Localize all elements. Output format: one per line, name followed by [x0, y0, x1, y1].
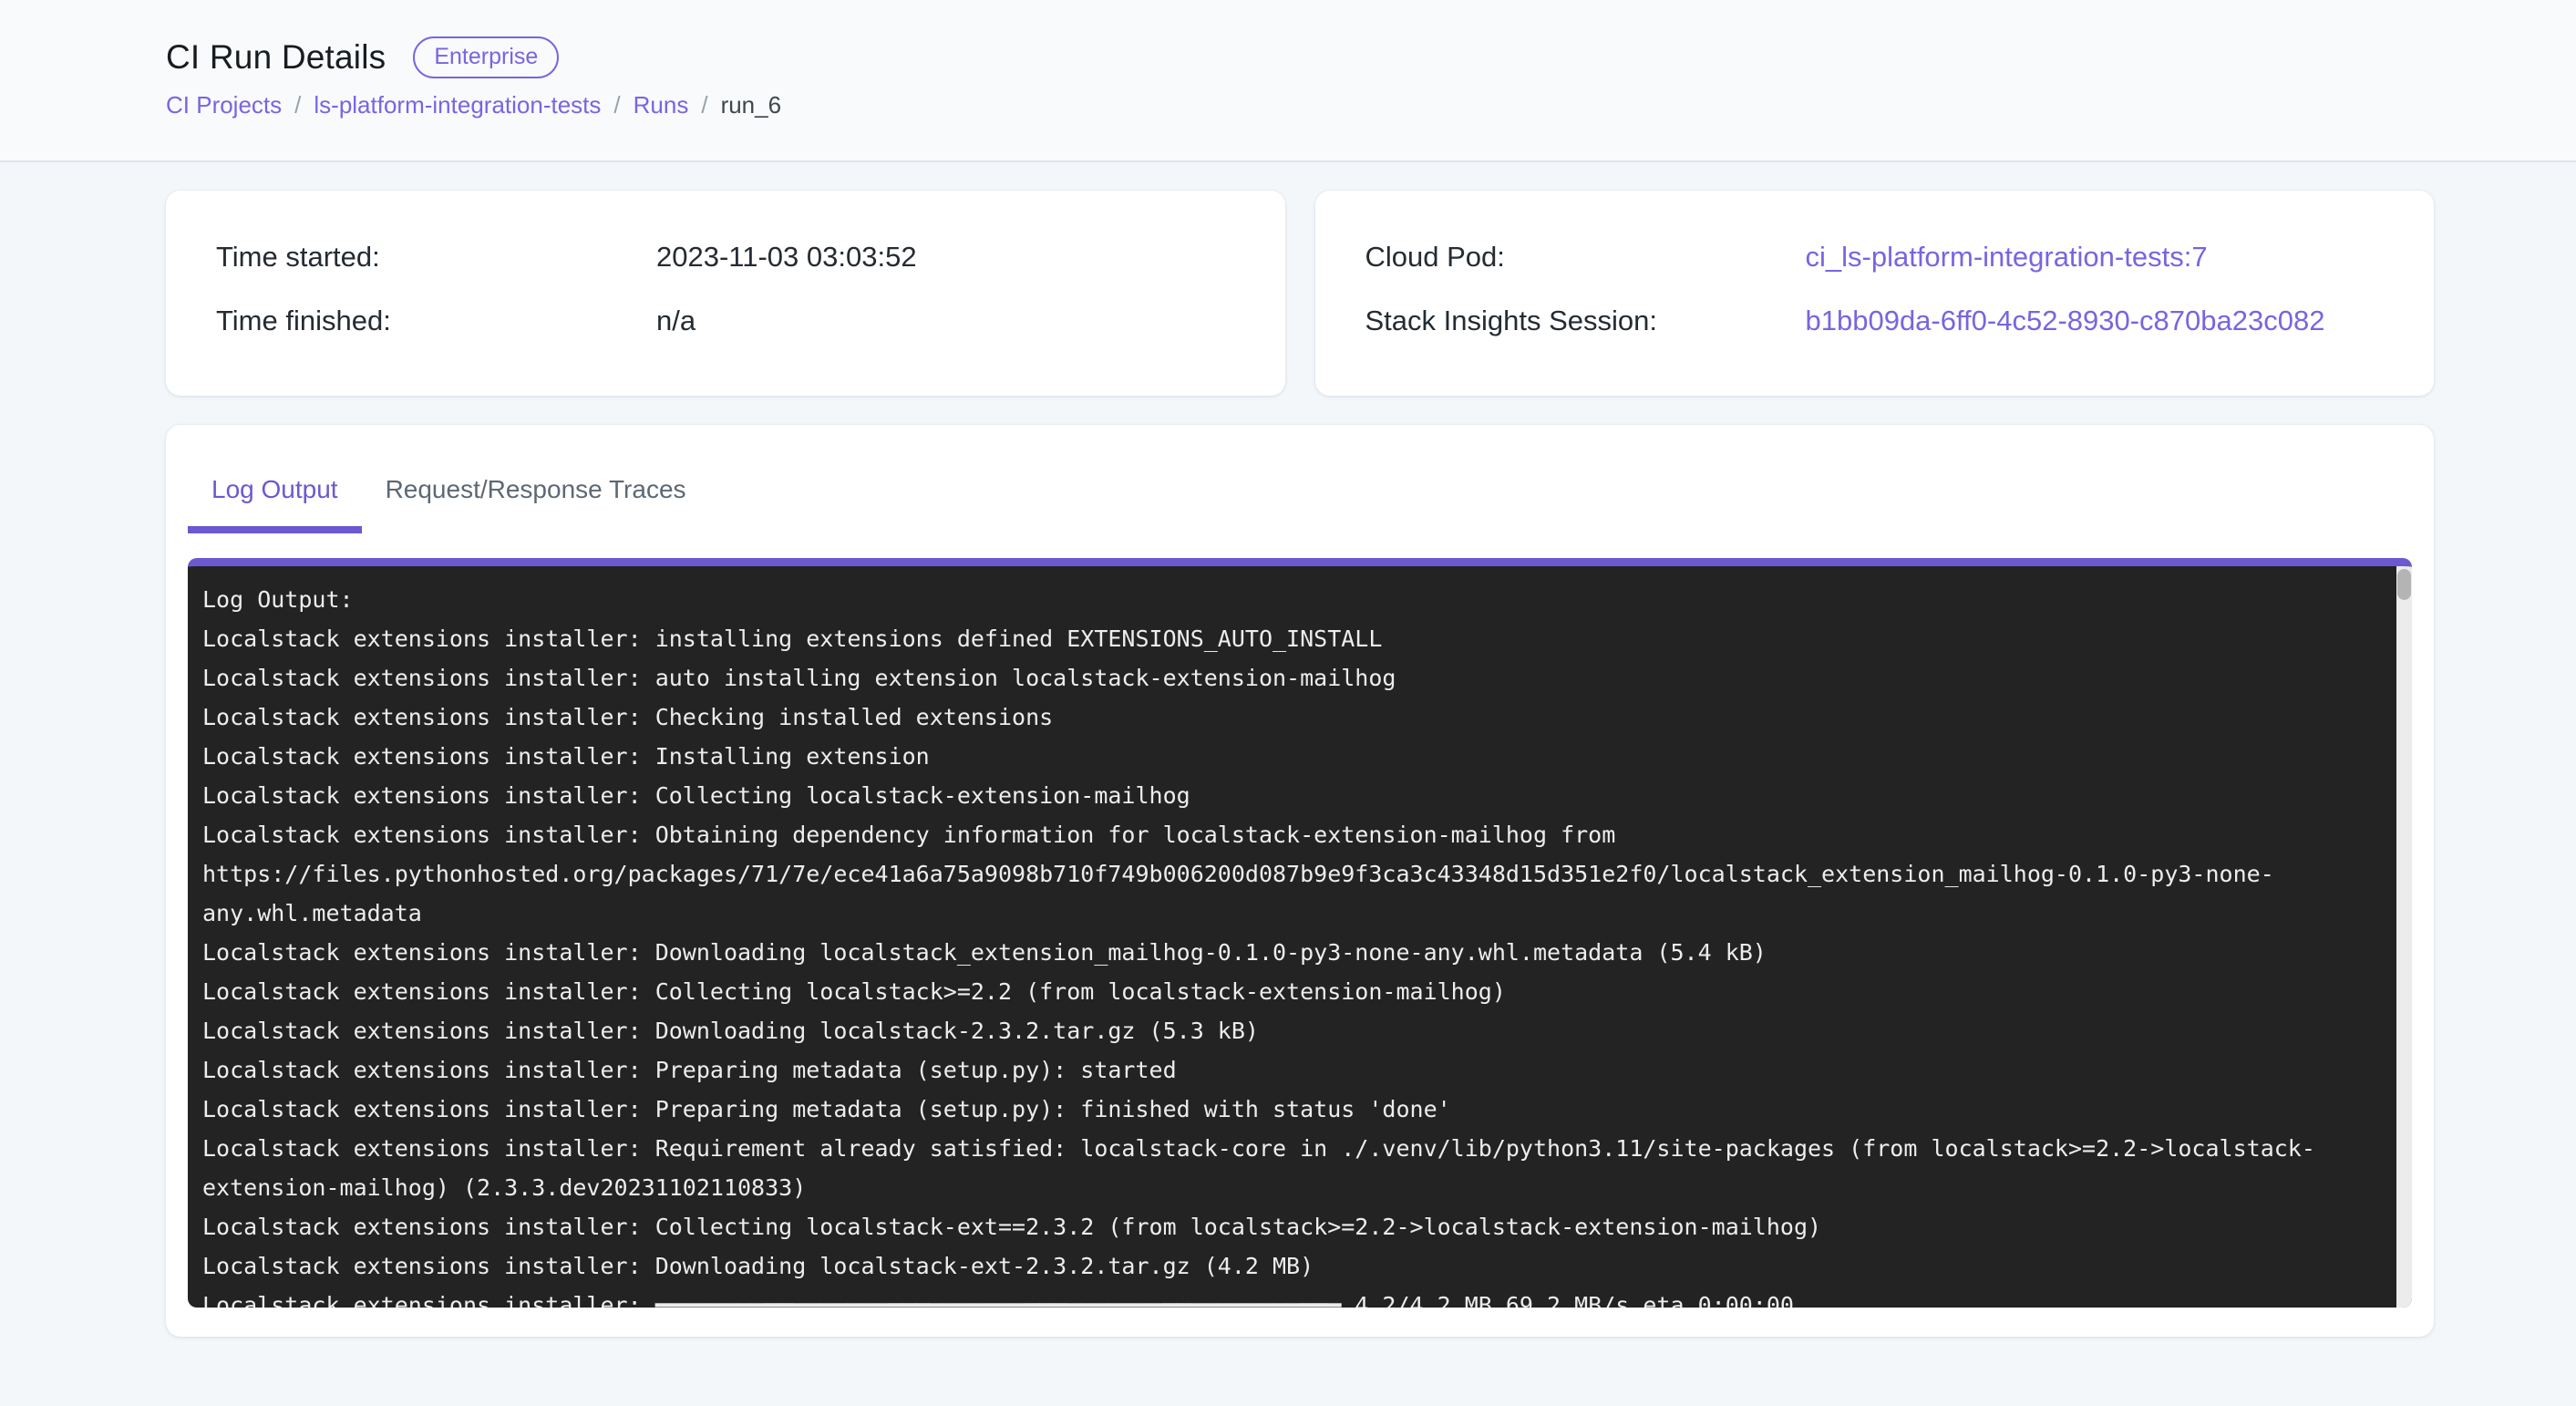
log-line: Localstack extensions installer: Downloa… [202, 1246, 2375, 1286]
log-line: Localstack extensions installer: Collect… [202, 776, 2375, 815]
page-header: CI Run Details Enterprise CI Projects / … [0, 0, 2576, 162]
log-line: Localstack extensions installer: Require… [202, 1129, 2375, 1168]
log-card: Log Output Request/Response Traces Log O… [166, 425, 2434, 1337]
cloud-pod-row: Cloud Pod: ci_ls-platform-integration-te… [1365, 242, 2398, 273]
time-finished-row: Time finished: n/a [216, 305, 1249, 336]
scrollbar-track[interactable] [2396, 566, 2412, 1308]
time-started-value: 2023-11-03 03:03:52 [656, 242, 917, 273]
log-line: Localstack extensions installer: Obtaini… [202, 815, 2375, 854]
cloud-pod-link[interactable]: ci_ls-platform-integration-tests:7 [1806, 242, 2208, 273]
breadcrumb-separator: / [701, 91, 707, 119]
run-links-card: Cloud Pod: ci_ls-platform-integration-te… [1315, 191, 2435, 396]
summary-cards-row: Time started: 2023-11-03 03:03:52 Time f… [166, 191, 2434, 396]
log-line: Localstack extensions installer: Prepari… [202, 1050, 2375, 1090]
tab-request-response-traces[interactable]: Request/Response Traces [362, 456, 710, 533]
stack-insights-session-label: Stack Insights Session: [1365, 305, 1806, 336]
page-title: CI Run Details [166, 38, 386, 77]
log-line: Localstack extensions installer: Downloa… [202, 933, 2375, 972]
log-line: Localstack extensions installer: Collect… [202, 972, 2375, 1011]
log-tabs: Log Output Request/Response Traces [188, 456, 2412, 533]
log-line: Localstack extensions installer: ━━━━━━━… [202, 1286, 2375, 1308]
scrollbar-thumb[interactable] [2397, 569, 2411, 600]
breadcrumb-current-run: run_6 [721, 91, 782, 119]
log-line: Localstack extensions installer: auto in… [202, 658, 2375, 698]
tab-log-output[interactable]: Log Output [188, 456, 362, 533]
time-finished-value: n/a [656, 305, 696, 336]
log-line: any.whl.metadata [202, 894, 2375, 933]
log-line: Localstack extensions installer: install… [202, 619, 2375, 658]
time-finished-label: Time finished: [216, 305, 656, 336]
breadcrumb-separator: / [613, 91, 620, 119]
breadcrumb: CI Projects / ls-platform-integration-te… [166, 91, 2434, 119]
breadcrumb-link-project[interactable]: ls-platform-integration-tests [314, 91, 601, 119]
stack-insights-session-row: Stack Insights Session: b1bb09da-6ff0-4c… [1365, 305, 2398, 336]
log-line: https://files.pythonhosted.org/packages/… [202, 854, 2375, 894]
breadcrumb-link-ci-projects[interactable]: CI Projects [166, 91, 282, 119]
breadcrumb-separator: / [294, 91, 301, 119]
log-output-pane: Log Output:Localstack extensions install… [188, 566, 2412, 1308]
enterprise-badge: Enterprise [413, 36, 559, 78]
log-line: Localstack extensions installer: Collect… [202, 1207, 2375, 1246]
log-line: extension-mailhog) (2.3.3.dev20231102110… [202, 1168, 2375, 1207]
log-line: Localstack extensions installer: Downloa… [202, 1011, 2375, 1050]
time-started-label: Time started: [216, 242, 656, 273]
stack-insights-session-link[interactable]: b1bb09da-6ff0-4c52-8930-c870ba23c082 [1806, 305, 2325, 336]
breadcrumb-link-runs[interactable]: Runs [634, 91, 689, 119]
log-line: Localstack extensions installer: Prepari… [202, 1090, 2375, 1129]
log-output-terminal: Log Output:Localstack extensions install… [188, 558, 2412, 1308]
log-line: Localstack extensions installer: Install… [202, 737, 2375, 776]
log-line: Localstack extensions installer: Checkin… [202, 698, 2375, 737]
cloud-pod-label: Cloud Pod: [1365, 242, 1806, 273]
run-times-card: Time started: 2023-11-03 03:03:52 Time f… [166, 191, 1285, 396]
time-started-row: Time started: 2023-11-03 03:03:52 [216, 242, 1249, 273]
log-line: Log Output: [202, 580, 2375, 619]
